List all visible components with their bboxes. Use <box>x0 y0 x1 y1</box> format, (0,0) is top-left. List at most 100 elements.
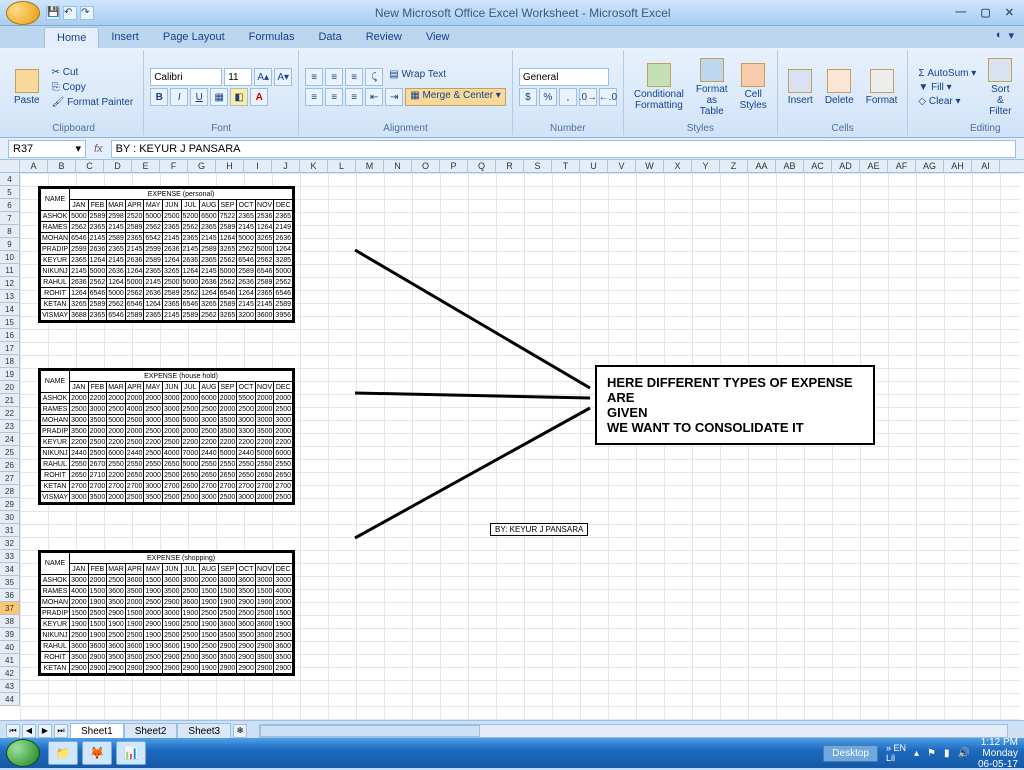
row-header[interactable]: 5 <box>0 186 20 199</box>
col-header[interactable]: E <box>132 160 160 172</box>
tab-nav-next[interactable]: ▶ <box>38 724 52 738</box>
tab-insert[interactable]: Insert <box>99 27 151 48</box>
taskbar-explorer-icon[interactable]: 📁 <box>48 741 78 765</box>
sheet-tab-sheet2[interactable]: Sheet2 <box>124 723 178 739</box>
decrease-decimal-button[interactable]: ←.0 <box>599 88 617 106</box>
row-header[interactable]: 39 <box>0 628 20 641</box>
row-header[interactable]: 16 <box>0 329 20 342</box>
row-header[interactable]: 35 <box>0 576 20 589</box>
col-header[interactable]: AH <box>944 160 972 172</box>
bold-button[interactable]: B <box>150 88 168 106</box>
col-header[interactable]: AG <box>916 160 944 172</box>
row-header[interactable]: 36 <box>0 589 20 602</box>
conditional-formatting-button[interactable]: Conditional Formatting <box>630 61 688 113</box>
col-header[interactable]: J <box>272 160 300 172</box>
row-header[interactable]: 34 <box>0 563 20 576</box>
cell-styles-button[interactable]: Cell Styles <box>736 61 771 113</box>
align-top-button[interactable]: ≡ <box>305 68 323 86</box>
tray-lang[interactable]: EN <box>893 743 906 753</box>
copy-button[interactable]: ⎘ Copy <box>48 81 138 94</box>
row-header[interactable]: 30 <box>0 511 20 524</box>
minimize-button[interactable]: — <box>951 6 970 19</box>
tab-formulas[interactable]: Formulas <box>237 27 307 48</box>
col-header[interactable]: A <box>20 160 48 172</box>
row-header[interactable]: 12 <box>0 277 20 290</box>
row-header[interactable]: 28 <box>0 485 20 498</box>
worksheet-area[interactable]: ABCDEFGHIJKLMNOPQRSTUVWXYZAAABACADAEAFAG… <box>0 160 1024 720</box>
col-header[interactable]: N <box>384 160 412 172</box>
autosum-button[interactable]: Σ AutoSum ▾ <box>914 67 980 80</box>
help-icon[interactable]: ◐ <box>996 29 1003 42</box>
row-header[interactable]: 10 <box>0 251 20 264</box>
row-header[interactable]: 21 <box>0 394 20 407</box>
format-cells-button[interactable]: Format <box>862 67 902 108</box>
col-header[interactable]: O <box>412 160 440 172</box>
row-header[interactable]: 32 <box>0 537 20 550</box>
format-as-table-button[interactable]: Format as Table <box>692 56 732 119</box>
col-header[interactable]: AD <box>832 160 860 172</box>
col-header[interactable]: F <box>160 160 188 172</box>
name-box[interactable]: R37▾ <box>8 140 86 158</box>
start-button[interactable] <box>6 739 40 767</box>
select-all-corner[interactable] <box>0 160 20 172</box>
col-header[interactable]: W <box>636 160 664 172</box>
maximize-button[interactable]: ▢ <box>976 6 994 19</box>
currency-button[interactable]: $ <box>519 88 537 106</box>
tab-data[interactable]: Data <box>306 27 353 48</box>
tray-network-icon[interactable]: ▮ <box>944 748 950 759</box>
row-header[interactable]: 24 <box>0 433 20 446</box>
col-header[interactable]: P <box>440 160 468 172</box>
format-painter-button[interactable]: 🖌 Format Painter <box>48 96 138 109</box>
underline-button[interactable]: U <box>190 88 208 106</box>
row-header[interactable]: 27 <box>0 472 20 485</box>
tray-clock[interactable]: 1:12 PM Monday 06-05-17 <box>978 737 1018 770</box>
row-header[interactable]: 25 <box>0 446 20 459</box>
row-header[interactable]: 13 <box>0 290 20 303</box>
merge-center-button[interactable]: ▦ Merge & Center ▾ <box>405 88 506 106</box>
increase-indent-button[interactable]: ⇥ <box>385 88 403 106</box>
qat-redo-icon[interactable]: ↷ <box>80 6 94 20</box>
delete-cells-button[interactable]: Delete <box>821 67 858 108</box>
row-header[interactable]: 19 <box>0 368 20 381</box>
sheet-tab-sheet3[interactable]: Sheet3 <box>177 723 231 739</box>
col-header[interactable]: H <box>216 160 244 172</box>
sheet-tab-sheet1[interactable]: Sheet1 <box>70 723 124 739</box>
row-header[interactable]: 33 <box>0 550 20 563</box>
align-middle-button[interactable]: ≡ <box>325 68 343 86</box>
row-header[interactable]: 17 <box>0 342 20 355</box>
minimize-ribbon-icon[interactable]: ▾ <box>1008 29 1014 42</box>
col-header[interactable]: V <box>608 160 636 172</box>
row-header[interactable]: 9 <box>0 238 20 251</box>
tab-nav-first[interactable]: ⏮ <box>6 724 20 738</box>
align-left-button[interactable]: ≡ <box>305 88 323 106</box>
fill-color-button[interactable]: ◧ <box>230 88 248 106</box>
row-header[interactable]: 26 <box>0 459 20 472</box>
decrease-indent-button[interactable]: ⇤ <box>365 88 383 106</box>
row-header[interactable]: 37 <box>0 602 20 615</box>
tray-arrow-icon[interactable]: ▴ <box>914 748 919 759</box>
tab-page-layout[interactable]: Page Layout <box>151 27 237 48</box>
col-header[interactable]: K <box>300 160 328 172</box>
tab-nav-last[interactable]: ⏭ <box>54 724 68 738</box>
col-header[interactable]: AB <box>776 160 804 172</box>
row-header[interactable]: 40 <box>0 641 20 654</box>
col-header[interactable]: AF <box>888 160 916 172</box>
col-header[interactable]: L <box>328 160 356 172</box>
tab-nav-prev[interactable]: ◀ <box>22 724 36 738</box>
row-header[interactable]: 29 <box>0 498 20 511</box>
col-header[interactable]: Q <box>468 160 496 172</box>
row-header[interactable]: 42 <box>0 667 20 680</box>
row-header[interactable]: 31 <box>0 524 20 537</box>
col-header[interactable]: M <box>356 160 384 172</box>
number-format-combo[interactable]: General <box>519 68 609 86</box>
col-header[interactable]: AI <box>972 160 1000 172</box>
orientation-button[interactable]: ⤹ <box>365 68 383 86</box>
col-header[interactable]: Z <box>720 160 748 172</box>
find-select-button[interactable]: Find & Select <box>1020 56 1024 119</box>
tab-home[interactable]: Home <box>44 27 99 48</box>
close-button[interactable]: ✕ <box>1001 6 1018 19</box>
tab-view[interactable]: View <box>414 27 462 48</box>
col-header[interactable]: U <box>580 160 608 172</box>
tray-flag-icon[interactable]: ⚑ <box>927 748 936 759</box>
taskbar-firefox-icon[interactable]: 🦊 <box>82 741 112 765</box>
